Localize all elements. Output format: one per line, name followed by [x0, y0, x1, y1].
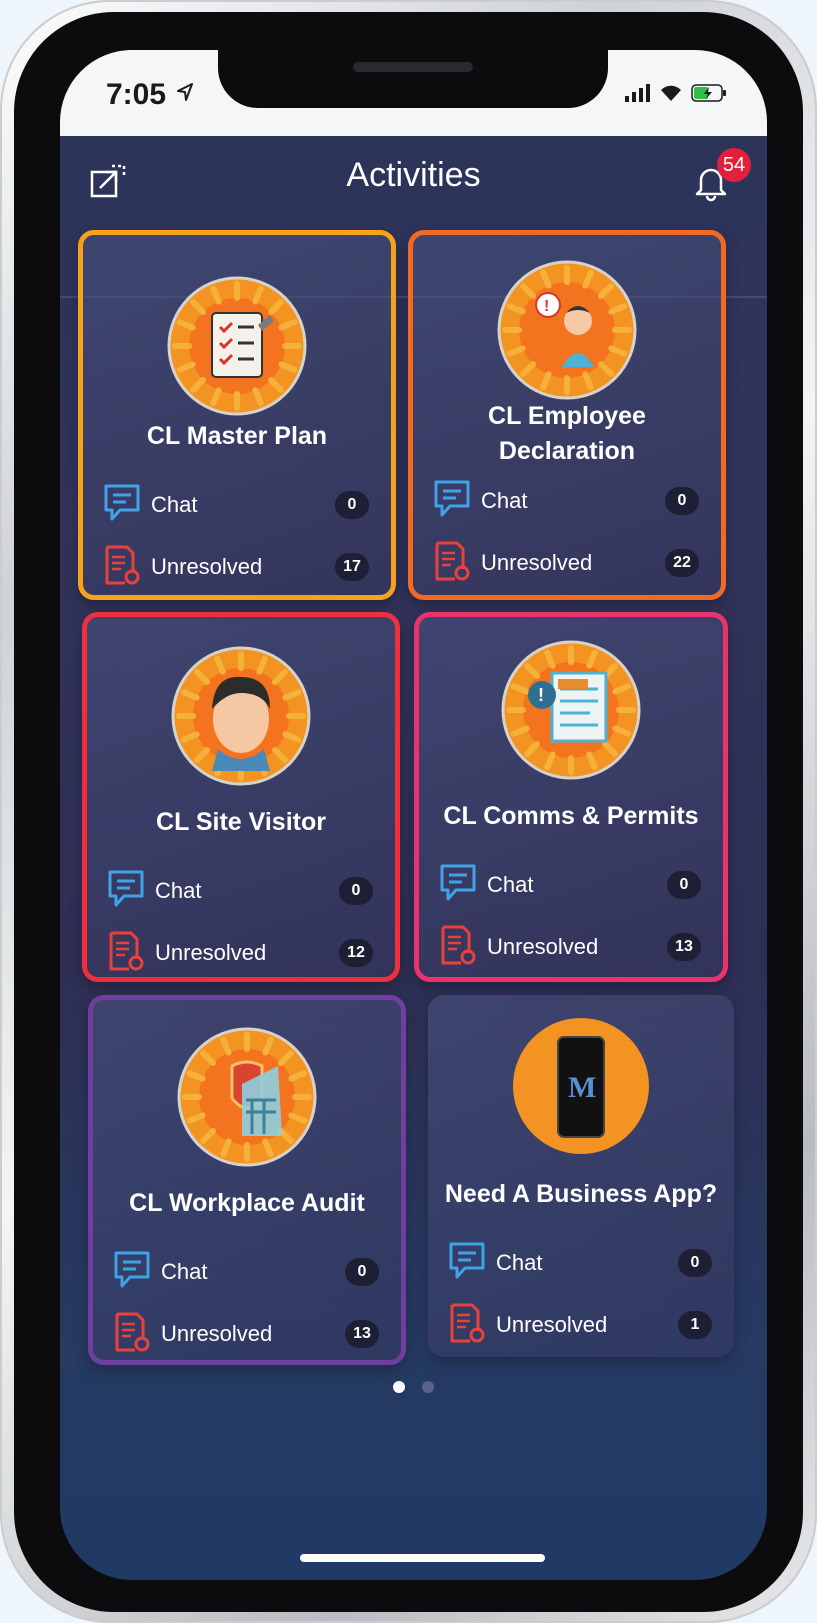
unresolved-document-icon: [433, 541, 471, 586]
visitor-face-icon: [170, 645, 312, 787]
status-time: 7:05: [106, 78, 167, 111]
card-title-line: Declaration: [498, 437, 636, 465]
phone-m-logo-icon: M: [510, 1015, 652, 1157]
unresolved-count-badge: 22: [665, 549, 699, 577]
card-title-line: CL Master Plan: [146, 422, 328, 450]
svg-text:!: !: [544, 298, 549, 315]
card-title: CL Employee Declaration: [413, 399, 721, 469]
card-title-line: Need A Business App?: [444, 1180, 718, 1208]
chat-row[interactable]: Chat 0: [113, 1250, 379, 1295]
unresolved-document-icon: [448, 1303, 486, 1348]
card-title: CL Site Visitor: [87, 805, 395, 840]
activity-card-workplace-audit[interactable]: CL Workplace Audit Chat 0 Unresolved 13: [88, 995, 406, 1365]
chat-label: Chat: [151, 492, 198, 517]
card-title-line: CL Employee: [488, 402, 646, 430]
card-title-line: CL Workplace Audit: [129, 1189, 365, 1217]
unresolved-count-badge: 13: [345, 1320, 379, 1348]
unresolved-label: Unresolved: [161, 1321, 273, 1346]
card-title-line: CL Comms & Permits: [443, 802, 699, 830]
chat-icon: [433, 479, 471, 524]
unresolved-row[interactable]: Unresolved 1: [448, 1303, 712, 1348]
battery-charging-icon: [691, 84, 726, 102]
activity-card-business-app[interactable]: M Need A Business App? Chat 0 Unresolved…: [428, 995, 734, 1357]
unresolved-row[interactable]: Unresolved 17: [103, 545, 369, 590]
chat-row[interactable]: Chat 0: [433, 479, 699, 524]
chat-count-badge: 0: [345, 1258, 379, 1286]
app-screen: 7:05 Activities 54 CL Master Plan Chat 0…: [60, 50, 767, 1580]
chat-row[interactable]: Chat 0: [103, 483, 369, 528]
shield-building-icon: [176, 1026, 318, 1168]
unresolved-document-icon: [439, 925, 477, 970]
page-indicator[interactable]: [60, 1380, 767, 1398]
unresolved-row[interactable]: Unresolved 13: [439, 925, 701, 970]
unresolved-label: Unresolved: [151, 554, 263, 579]
unresolved-count-badge: 17: [335, 553, 369, 581]
svg-text:M: M: [568, 1071, 596, 1104]
employee-alert-icon: !: [496, 259, 638, 401]
card-title: CL Master Plan: [83, 419, 391, 454]
wifi-icon: [661, 85, 681, 101]
checklist-icon: [166, 275, 308, 417]
unresolved-document-icon: [107, 931, 145, 976]
chat-count-badge: 0: [335, 491, 369, 519]
app-header: Activities 54: [60, 136, 767, 298]
card-title: CL Workplace Audit: [93, 1186, 401, 1221]
unresolved-count-badge: 1: [678, 1311, 712, 1339]
chat-row[interactable]: Chat 0: [107, 869, 373, 914]
unresolved-label: Unresolved: [155, 940, 267, 965]
home-indicator[interactable]: [300, 1554, 545, 1562]
chat-icon: [113, 1250, 151, 1295]
card-title: Need A Business App?: [428, 1177, 734, 1212]
unresolved-count-badge: 12: [339, 939, 373, 967]
unresolved-document-icon: [113, 1312, 151, 1357]
unresolved-label: Unresolved: [481, 550, 593, 575]
unresolved-document-icon: [103, 545, 141, 590]
chat-icon: [448, 1241, 486, 1286]
document-alert-icon: !: [500, 639, 642, 781]
page-title: Activities: [346, 156, 481, 194]
unresolved-label: Unresolved: [487, 934, 599, 959]
activity-card-site-visitor[interactable]: CL Site Visitor Chat 0 Unresolved 12: [82, 612, 400, 982]
unresolved-row[interactable]: Unresolved 22: [433, 541, 699, 586]
chat-count-badge: 0: [667, 871, 701, 899]
phone-speaker: [353, 62, 473, 72]
unresolved-row[interactable]: Unresolved 12: [107, 931, 373, 976]
card-title: CL Comms & Permits: [419, 799, 723, 834]
unresolved-count-badge: 13: [667, 933, 701, 961]
signal-icon: [625, 84, 650, 102]
chat-label: Chat: [155, 878, 202, 903]
unresolved-row[interactable]: Unresolved 13: [113, 1312, 379, 1357]
chat-icon: [103, 483, 141, 528]
chat-row[interactable]: Chat 0: [448, 1241, 712, 1286]
chat-icon: [439, 863, 477, 908]
phone-notch: [218, 50, 608, 108]
page-dot-active[interactable]: [393, 1381, 406, 1393]
card-title-line: CL Site Visitor: [156, 808, 326, 836]
activity-card-master-plan[interactable]: CL Master Plan Chat 0 Unresolved 17: [78, 230, 396, 600]
activity-card-employee-declaration[interactable]: ! CL Employee Declaration Chat 0 Unresol…: [408, 230, 726, 600]
svg-text:!: !: [538, 685, 544, 705]
notification-badge: 54: [717, 148, 751, 182]
chat-count-badge: 0: [665, 487, 699, 515]
chat-label: Chat: [161, 1259, 208, 1284]
unresolved-label: Unresolved: [496, 1312, 608, 1337]
page-dot[interactable]: [421, 1381, 434, 1393]
chat-count-badge: 0: [678, 1249, 712, 1277]
location-arrow-icon: [177, 83, 193, 101]
chat-count-badge: 0: [339, 877, 373, 905]
status-icons: [625, 84, 727, 102]
chat-row[interactable]: Chat 0: [439, 863, 701, 908]
chat-label: Chat: [496, 1250, 543, 1275]
chat-label: Chat: [487, 872, 534, 897]
chat-icon: [107, 869, 145, 914]
activity-card-comms-permits[interactable]: ! CL Comms & Permits Chat 0 Unresolved 1…: [414, 612, 728, 982]
chat-label: Chat: [481, 488, 528, 513]
